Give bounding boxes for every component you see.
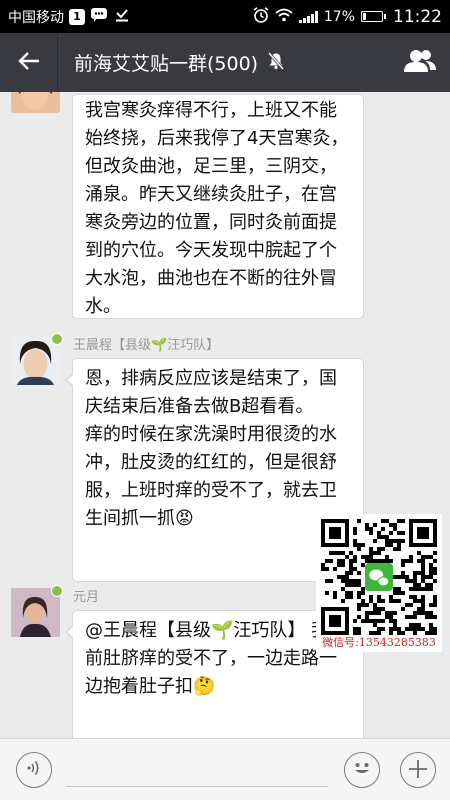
avatar[interactable] xyxy=(11,585,63,637)
sender-name: 元月 xyxy=(73,590,100,605)
avatar[interactable] xyxy=(11,92,60,113)
battery-percent: 17% xyxy=(323,8,355,25)
status-bar: 中国移动 1 17% 11:22 xyxy=(0,0,450,33)
battery-icon xyxy=(361,11,386,22)
voice-button[interactable] xyxy=(16,751,52,788)
avatar[interactable] xyxy=(11,333,63,385)
qr-code-image: 微信号:13543285383 xyxy=(316,514,442,652)
chat-title: 前海艾艾贴一群(500) xyxy=(74,53,259,75)
more-options-button[interactable] xyxy=(400,751,436,788)
wifi-icon xyxy=(275,8,293,26)
carrier-label: 中国移动 xyxy=(8,9,64,26)
group-members-icon xyxy=(403,49,437,77)
notification-count-badge: 1 xyxy=(69,8,85,25)
sender-name: 王晨程【县级🌱汪巧队】 xyxy=(73,338,220,353)
verified-badge-icon xyxy=(51,585,63,597)
message-notification-icon xyxy=(90,7,108,26)
plus-icon xyxy=(408,753,428,786)
message-text-input[interactable] xyxy=(66,752,328,787)
clock-time: 11:22 xyxy=(393,6,442,27)
download-done-icon xyxy=(113,8,131,26)
chat-header: 前海艾艾贴一群(500) xyxy=(0,33,450,92)
back-arrow-icon xyxy=(17,48,40,78)
bell-off-icon xyxy=(267,51,285,74)
back-button[interactable] xyxy=(0,33,58,92)
qr-code-pattern xyxy=(321,519,437,635)
message-bubble[interactable]: 我宫寒灸痒得不行，上班又不能始终挠，后来我停了4天宫寒灸，但改灸曲池，足三里，三… xyxy=(72,94,364,319)
emoji-button[interactable] xyxy=(344,751,380,788)
qr-caption: 微信号:13543285383 xyxy=(322,636,436,649)
voice-icon xyxy=(26,759,42,781)
group-members-button[interactable] xyxy=(390,33,450,92)
message-input-bar xyxy=(0,738,450,800)
alarm-icon xyxy=(253,6,269,27)
emoji-icon xyxy=(349,755,375,785)
verified-badge-icon xyxy=(51,333,63,345)
signal-strength-icon xyxy=(298,10,318,23)
